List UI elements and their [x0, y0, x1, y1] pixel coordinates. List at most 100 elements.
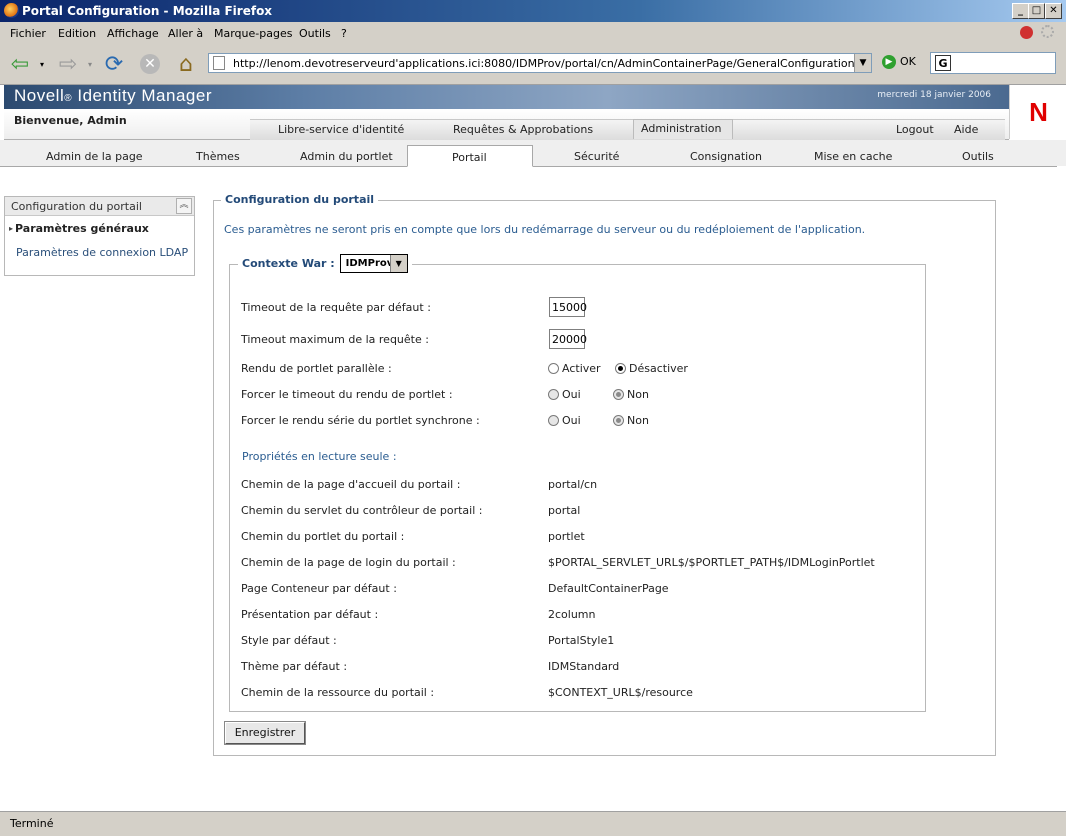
tab-consignation[interactable]: Consignation [690, 150, 762, 163]
bullet-icon: ▸ [9, 224, 14, 233]
url-history-dropdown[interactable]: ▼ [854, 54, 871, 72]
parallel-activer-radio[interactable] [548, 363, 559, 374]
sidebar-item-parametres-generaux[interactable]: Paramètres généraux [15, 222, 149, 235]
throbber-icon [1041, 25, 1054, 38]
readonly-value: PortalStyle1 [548, 634, 615, 647]
timeout-default-label: Timeout de la requête par défaut : [241, 301, 431, 314]
timeout-max-input[interactable]: 20000 [549, 329, 587, 349]
navigation-toolbar: ⇦ ▾ ⇨ ▾ ⟳ ✕ ⌂ http://lenom.devotreserveu… [0, 44, 1066, 85]
header-date: mercredi 18 janvier 2006 [877, 90, 991, 100]
minimize-button[interactable]: _ [1012, 3, 1029, 19]
tab-outils[interactable]: Outils [962, 150, 994, 163]
force-timeout-non-radio[interactable] [613, 389, 624, 400]
tab-libre-service[interactable]: Libre-service d'identité [278, 123, 404, 136]
help-link[interactable]: Aide [954, 123, 978, 136]
config-panel-title: Configuration du portail [221, 193, 379, 206]
page-icon [213, 56, 225, 70]
menu-outils[interactable]: Outils [299, 27, 331, 40]
parallel-desactiver-label: Désactiver [629, 362, 688, 375]
force-timeout-label: Forcer le timeout du rendu de portlet : [241, 388, 453, 401]
back-arrow-icon[interactable]: ⇦ [6, 50, 34, 78]
readonly-value: $PORTAL_SERVLET_URL$/$PORTLET_PATH$/IDML… [548, 556, 875, 569]
tab-requetes[interactable]: Requêtes & Approbations [453, 123, 593, 136]
tab-themes[interactable]: Thèmes [196, 150, 240, 163]
home-icon[interactable]: ⌂ [172, 50, 200, 78]
close-window-button[interactable]: ✕ [1045, 3, 1062, 19]
welcome-text: Bienvenue, Admin [14, 114, 127, 127]
readonly-value: portal [548, 504, 581, 517]
force-timeout-oui-radio[interactable] [548, 389, 559, 400]
forward-history-dropdown[interactable]: ▾ [88, 60, 92, 69]
readonly-title: Propriétés en lecture seule : [242, 450, 397, 463]
restart-note: Ces paramètres ne seront pris en compte … [224, 223, 866, 236]
force-timeout-oui-label: Oui [562, 388, 581, 401]
logout-link[interactable]: Logout [896, 123, 934, 136]
tab-securite[interactable]: Sécurité [574, 150, 619, 163]
readonly-label: Thème par défaut : [241, 660, 348, 673]
readonly-value: DefaultContainerPage [548, 582, 669, 595]
menu-fichier[interactable]: Fichier [10, 27, 46, 40]
tab-admin-portlet[interactable]: Admin du portlet [300, 150, 393, 163]
chevron-down-icon[interactable]: ▼ [389, 255, 407, 272]
readonly-label: Style par défaut : [241, 634, 337, 647]
sidebar: Configuration du portail ︽ ▸ Paramètres … [4, 196, 195, 276]
forward-arrow-icon[interactable]: ⇨ [54, 50, 82, 78]
tab-administration[interactable]: Administration [641, 122, 722, 135]
readonly-label: Page Conteneur par défaut : [241, 582, 397, 595]
scrollbar[interactable] [1057, 166, 1066, 811]
collapse-icon[interactable]: ︽ [176, 198, 192, 214]
menu-help[interactable]: ? [341, 27, 347, 40]
menu-affichage[interactable]: Affichage [107, 27, 159, 40]
parallel-desactiver-radio[interactable] [615, 363, 626, 374]
welcome-row: Bienvenue, Admin Libre-service d'identit… [4, 109, 1009, 140]
update-alert-icon[interactable] [1020, 26, 1033, 39]
go-button[interactable]: ▶ OK [882, 55, 916, 69]
save-button[interactable]: Enregistrer [224, 721, 306, 745]
readonly-label: Présentation par défaut : [241, 608, 379, 621]
readonly-value: portal/cn [548, 478, 598, 491]
search-engine-icon[interactable]: G [935, 55, 951, 71]
readonly-value: 2column [548, 608, 596, 621]
status-bar: Terminé [0, 811, 1066, 836]
product-title: Novell® Identity Manager [14, 86, 212, 105]
parallel-label: Rendu de portlet parallèle : [241, 362, 392, 375]
readonly-label: Chemin de la page d'accueil du portail : [241, 478, 461, 491]
back-history-dropdown[interactable]: ▾ [40, 60, 44, 69]
war-context-value: IDMProv [345, 258, 394, 269]
context-label: Contexte War : [242, 257, 335, 270]
readonly-value: $CONTEXT_URL$/resource [548, 686, 693, 699]
timeout-max-label: Timeout maximum de la requête : [241, 333, 429, 346]
portal-banner: Novell® Identity Manager mercredi 18 jan… [4, 85, 1009, 109]
readonly-value: IDMStandard [548, 660, 620, 673]
force-serial-oui-label: Oui [562, 414, 581, 427]
menu-bar: Fichier Edition Affichage Aller à Marque… [0, 22, 1066, 44]
force-serial-label: Forcer le rendu série du portlet synchro… [241, 414, 480, 427]
reload-icon[interactable]: ⟳ [100, 50, 128, 78]
menu-marque-pages[interactable]: Marque-pages [214, 27, 292, 40]
status-text: Terminé [10, 817, 54, 830]
window-title: Portal Configuration - Mozilla Firefox [22, 4, 273, 18]
readonly-label: Chemin de la page de login du portail : [241, 556, 456, 569]
firefox-icon [4, 3, 19, 18]
tab-mise-en-cache[interactable]: Mise en cache [814, 150, 892, 163]
force-serial-oui-radio[interactable] [548, 415, 559, 426]
war-context-select[interactable]: IDMProv ▼ [339, 254, 408, 273]
menu-aller-a[interactable]: Aller à [168, 27, 203, 40]
window-titlebar: Portal Configuration - Mozilla Firefox _… [0, 0, 1066, 22]
novell-logo: N [1009, 85, 1066, 139]
sidebar-item-ldap[interactable]: Paramètres de connexion LDAP [16, 246, 188, 259]
readonly-label: Chemin du servlet du contrôleur de porta… [241, 504, 483, 517]
parallel-activer-label: Activer [562, 362, 601, 375]
tab-portail[interactable]: Portail [452, 151, 487, 164]
force-serial-non-radio[interactable] [613, 415, 624, 426]
timeout-default-input[interactable]: 15000 [549, 297, 587, 317]
stop-icon[interactable]: ✕ [136, 50, 164, 78]
maximize-button[interactable]: □ [1028, 3, 1045, 19]
tab-admin-page[interactable]: Admin de la page [46, 150, 143, 163]
readonly-label: Chemin de la ressource du portail : [241, 686, 435, 699]
search-input[interactable]: G [930, 52, 1056, 74]
force-serial-non-label: Non [627, 414, 649, 427]
menu-edition[interactable]: Edition [58, 27, 96, 40]
address-bar[interactable]: http://lenom.devotreserveurd'application… [208, 53, 872, 73]
url-text[interactable]: http://lenom.devotreserveurd'application… [233, 57, 855, 70]
